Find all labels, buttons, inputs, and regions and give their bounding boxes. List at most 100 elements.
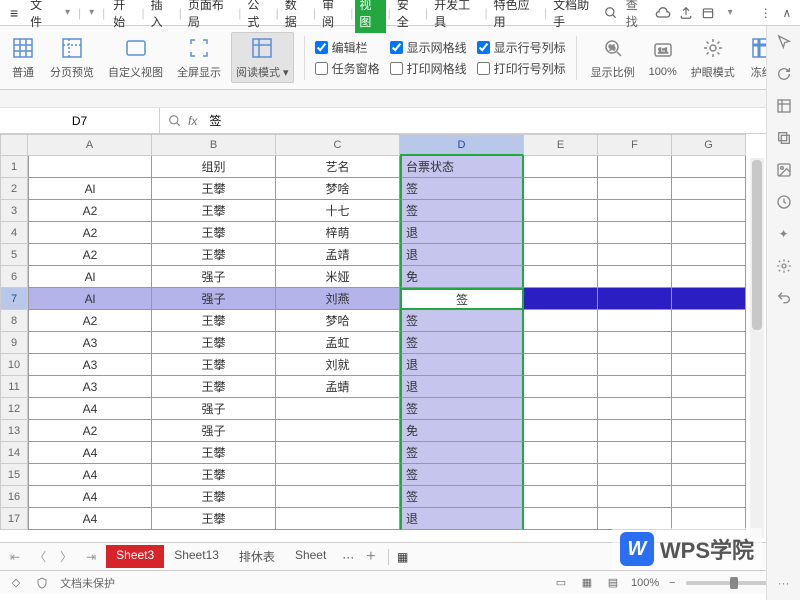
cell-G17[interactable] (672, 508, 746, 530)
tab-nav-last-icon[interactable]: ⇥ (82, 550, 100, 564)
cell-B9[interactable]: 王攀 (152, 332, 276, 354)
cell-E3[interactable] (524, 200, 598, 222)
menu-tab-插入[interactable]: 插入 (147, 0, 177, 33)
row-header[interactable]: 9 (0, 332, 28, 354)
cell-E15[interactable] (524, 464, 598, 486)
more-icon[interactable]: ··· (778, 576, 790, 590)
checkbox-显示网格线[interactable]: 显示网格线 (390, 39, 467, 56)
cell-F16[interactable] (598, 486, 672, 508)
quickaccess-chevron-icon[interactable]: ▾ (85, 7, 98, 18)
cell-E9[interactable] (524, 332, 598, 354)
more-sheets[interactable]: ··· (342, 550, 354, 564)
cell-G3[interactable] (672, 200, 746, 222)
cell-F3[interactable] (598, 200, 672, 222)
row-header[interactable]: 3 (0, 200, 28, 222)
name-box[interactable] (0, 108, 160, 133)
cell-G14[interactable] (672, 442, 746, 464)
add-sheet-button[interactable]: + (360, 548, 381, 566)
row-header[interactable]: 10 (0, 354, 28, 376)
cell-B3[interactable]: 王攀 (152, 200, 276, 222)
cell-E4[interactable] (524, 222, 598, 244)
ribbon-btn-普通[interactable]: 普通 (6, 32, 40, 83)
sheet-tab-排休表[interactable]: 排休表 (229, 545, 285, 568)
gear-icon[interactable] (776, 258, 792, 274)
cell-D15[interactable]: 签 (400, 464, 524, 486)
ribbon-btn-护眼模式[interactable]: 护眼模式 (687, 33, 739, 82)
row-header[interactable]: 6 (0, 266, 28, 288)
cell-A12[interactable]: A4 (28, 398, 152, 420)
menu-tab-文档助手[interactable]: 文档助手 (549, 0, 601, 33)
cell-E7[interactable] (524, 288, 598, 310)
refresh-icon[interactable] (776, 66, 792, 82)
zoom-out-button[interactable]: − (669, 577, 675, 589)
cell-D5[interactable]: 退 (400, 244, 524, 266)
cell-C2[interactable]: 梦啥 (276, 178, 400, 200)
fx-icon[interactable]: fx (188, 114, 197, 128)
cell-C17[interactable] (276, 508, 400, 530)
cell-A10[interactable]: A3 (28, 354, 152, 376)
cell-B10[interactable]: 王攀 (152, 354, 276, 376)
cell-B7[interactable]: 强子 (152, 288, 276, 310)
cell-D16[interactable]: 签 (400, 486, 524, 508)
row-header[interactable]: 11 (0, 376, 28, 398)
name-box-input[interactable] (0, 114, 159, 128)
cell-E1[interactable] (524, 156, 598, 178)
cell-C12[interactable] (276, 398, 400, 420)
menu-tab-安全[interactable]: 安全 (393, 0, 423, 33)
row-header[interactable]: 13 (0, 420, 28, 442)
zoom-value[interactable]: 100% (631, 577, 659, 589)
cell-E16[interactable] (524, 486, 598, 508)
cell-A11[interactable]: A3 (28, 376, 152, 398)
cell-F14[interactable] (598, 442, 672, 464)
cell-A2[interactable]: Al (28, 178, 152, 200)
cell-B12[interactable]: 强子 (152, 398, 276, 420)
cell-D11[interactable]: 退 (400, 376, 524, 398)
cell-D12[interactable]: 签 (400, 398, 524, 420)
menu-tab-特色应用[interactable]: 特色应用 (490, 0, 542, 33)
cell-F15[interactable] (598, 464, 672, 486)
col-header-G[interactable]: G (672, 134, 746, 156)
cell-G9[interactable] (672, 332, 746, 354)
cell-D2[interactable]: 签 (400, 178, 524, 200)
row-header[interactable]: 14 (0, 442, 28, 464)
cell-E6[interactable] (524, 266, 598, 288)
zoom-slider[interactable] (686, 581, 776, 585)
file-menu[interactable]: 文件 (24, 0, 59, 32)
clock-icon[interactable] (776, 194, 792, 210)
cell-F1[interactable] (598, 156, 672, 178)
cell-G6[interactable] (672, 266, 746, 288)
checkbox-编辑栏[interactable]: 编辑栏 (315, 39, 380, 56)
cell-A5[interactable]: A2 (28, 244, 152, 266)
cell-C9[interactable]: 孟虹 (276, 332, 400, 354)
layers-icon[interactable] (776, 130, 792, 146)
cell-C13[interactable] (276, 420, 400, 442)
cell-B13[interactable]: 强子 (152, 420, 276, 442)
view-normal-icon[interactable]: ▭ (553, 575, 569, 591)
col-header-A[interactable]: A (28, 134, 152, 156)
cell-F8[interactable] (598, 310, 672, 332)
cell-A4[interactable]: A2 (28, 222, 152, 244)
checkbox-任务窗格[interactable]: 任务窗格 (315, 60, 380, 77)
row-header[interactable]: 5 (0, 244, 28, 266)
chevron-down-icon[interactable]: ▾ (724, 7, 737, 18)
cell-C14[interactable] (276, 442, 400, 464)
row-header[interactable]: 16 (0, 486, 28, 508)
cell-B2[interactable]: 王攀 (152, 178, 276, 200)
cell-A7[interactable]: Al (28, 288, 152, 310)
cell-B8[interactable]: 王攀 (152, 310, 276, 332)
cell-F13[interactable] (598, 420, 672, 442)
collapse-icon[interactable]: ∧ (780, 5, 794, 21)
expand-icon[interactable] (168, 114, 182, 128)
cell-D17[interactable]: 退 (400, 508, 524, 530)
cell-D3[interactable]: 签 (400, 200, 524, 222)
cell-D4[interactable]: 退 (400, 222, 524, 244)
cell-A3[interactable]: A2 (28, 200, 152, 222)
cell-G11[interactable] (672, 376, 746, 398)
cell-E12[interactable] (524, 398, 598, 420)
cell-C15[interactable] (276, 464, 400, 486)
table-icon[interactable] (776, 98, 792, 114)
chevron-down-icon[interactable]: ▾ (61, 7, 74, 18)
cell-G13[interactable] (672, 420, 746, 442)
cursor-icon[interactable] (776, 34, 792, 50)
cell-A15[interactable]: A4 (28, 464, 152, 486)
